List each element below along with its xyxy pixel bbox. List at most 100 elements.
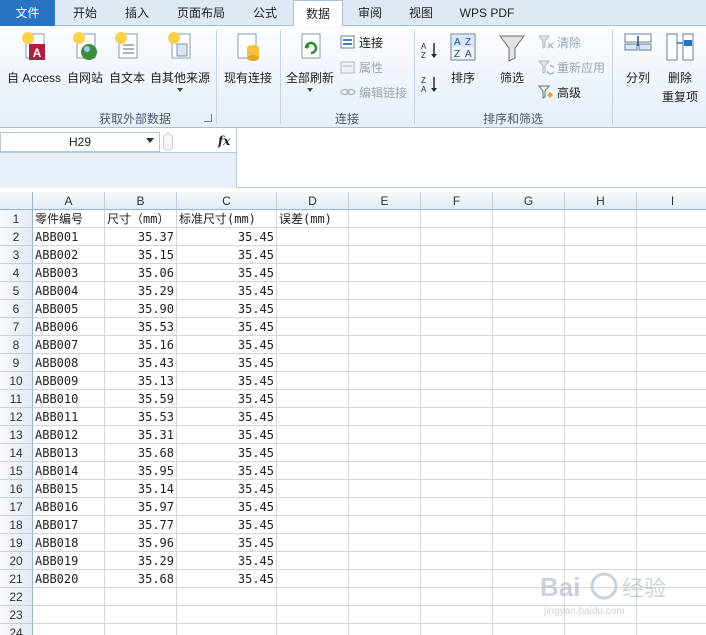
cell-a20[interactable]: ABB019 — [33, 552, 105, 570]
cell-d4[interactable] — [277, 264, 349, 282]
cell-b17[interactable]: 35.97 — [105, 498, 177, 516]
column-header-g[interactable]: G — [493, 192, 565, 210]
row-header[interactable]: 7 — [0, 318, 33, 336]
cell-i9[interactable] — [637, 354, 706, 372]
tab-page-layout[interactable]: 页面布局 — [166, 0, 236, 26]
cell-h16[interactable] — [565, 480, 637, 498]
cell-a5[interactable]: ABB004 — [33, 282, 105, 300]
row-header[interactable]: 9 — [0, 354, 33, 372]
tab-home[interactable]: 开始 — [60, 0, 110, 26]
row-header[interactable]: 13 — [0, 426, 33, 444]
cell-a4[interactable]: ABB003 — [33, 264, 105, 282]
resize-grip-icon[interactable] — [163, 133, 173, 151]
row-header[interactable]: 6 — [0, 300, 33, 318]
cell-b14[interactable]: 35.68 — [105, 444, 177, 462]
cell-f11[interactable] — [421, 390, 493, 408]
cell-b11[interactable]: 35.59 — [105, 390, 177, 408]
cell-d14[interactable] — [277, 444, 349, 462]
cell-c13[interactable]: 35.45 — [177, 426, 277, 444]
cell-f23[interactable] — [421, 606, 493, 624]
clear-filter-button[interactable]: 清除 — [538, 32, 581, 52]
cell-i16[interactable] — [637, 480, 706, 498]
cell-e10[interactable] — [349, 372, 421, 390]
column-header-e[interactable]: E — [349, 192, 421, 210]
cell-d23[interactable] — [277, 606, 349, 624]
cell-d21[interactable] — [277, 570, 349, 588]
cell-h7[interactable] — [565, 318, 637, 336]
from-web-button[interactable]: 自网站 — [64, 30, 106, 86]
tab-wps-pdf[interactable]: WPS PDF — [450, 0, 524, 26]
cell-d2[interactable] — [277, 228, 349, 246]
cell-e1[interactable] — [349, 210, 421, 228]
cell-e9[interactable] — [349, 354, 421, 372]
cell-a10[interactable]: ABB009 — [33, 372, 105, 390]
sort-ascending-button[interactable]: AZ — [420, 40, 440, 60]
cell-d16[interactable] — [277, 480, 349, 498]
name-box[interactable]: H29 — [0, 132, 160, 152]
cell-f1[interactable] — [421, 210, 493, 228]
row-header[interactable]: 5 — [0, 282, 33, 300]
cell-g10[interactable] — [493, 372, 565, 390]
cell-a9[interactable]: ABB008 — [33, 354, 105, 372]
cell-a8[interactable]: ABB007 — [33, 336, 105, 354]
column-header-d[interactable]: D — [277, 192, 349, 210]
cell-g6[interactable] — [493, 300, 565, 318]
sort-button[interactable]: A Z Z A 排序 — [446, 30, 480, 86]
cell-c24[interactable] — [177, 624, 277, 635]
cell-e15[interactable] — [349, 462, 421, 480]
cell-i1[interactable] — [637, 210, 706, 228]
cell-a15[interactable]: ABB014 — [33, 462, 105, 480]
cell-f14[interactable] — [421, 444, 493, 462]
cell-g5[interactable] — [493, 282, 565, 300]
cell-c18[interactable]: 35.45 — [177, 516, 277, 534]
cell-a6[interactable]: ABB005 — [33, 300, 105, 318]
cell-i14[interactable] — [637, 444, 706, 462]
cell-b19[interactable]: 35.96 — [105, 534, 177, 552]
cell-e13[interactable] — [349, 426, 421, 444]
row-header[interactable]: 18 — [0, 516, 33, 534]
cell-a19[interactable]: ABB018 — [33, 534, 105, 552]
cell-h15[interactable] — [565, 462, 637, 480]
existing-connections-button[interactable]: 现有连接 — [220, 30, 276, 86]
cell-d7[interactable] — [277, 318, 349, 336]
cell-a22[interactable] — [33, 588, 105, 606]
cell-i3[interactable] — [637, 246, 706, 264]
cell-c23[interactable] — [177, 606, 277, 624]
row-header[interactable]: 22 — [0, 588, 33, 606]
row-header[interactable]: 21 — [0, 570, 33, 588]
cell-b7[interactable]: 35.53 — [105, 318, 177, 336]
row-header[interactable]: 3 — [0, 246, 33, 264]
row-header[interactable]: 1 — [0, 210, 33, 228]
cell-h1[interactable] — [565, 210, 637, 228]
cell-b20[interactable]: 35.29 — [105, 552, 177, 570]
cell-h12[interactable] — [565, 408, 637, 426]
cell-f3[interactable] — [421, 246, 493, 264]
cell-f22[interactable] — [421, 588, 493, 606]
cell-i19[interactable] — [637, 534, 706, 552]
cell-g15[interactable] — [493, 462, 565, 480]
cell-h5[interactable] — [565, 282, 637, 300]
fx-icon[interactable]: fx — [218, 134, 230, 148]
cell-f4[interactable] — [421, 264, 493, 282]
row-header[interactable]: 19 — [0, 534, 33, 552]
cell-a21[interactable]: ABB020 — [33, 570, 105, 588]
cell-h18[interactable] — [565, 516, 637, 534]
cell-b5[interactable]: 35.29 — [105, 282, 177, 300]
cell-d15[interactable] — [277, 462, 349, 480]
cell-a18[interactable]: ABB017 — [33, 516, 105, 534]
cell-g3[interactable] — [493, 246, 565, 264]
cell-i2[interactable] — [637, 228, 706, 246]
cell-e4[interactable] — [349, 264, 421, 282]
cell-b21[interactable]: 35.68 — [105, 570, 177, 588]
cell-f2[interactable] — [421, 228, 493, 246]
cell-c16[interactable]: 35.45 — [177, 480, 277, 498]
cell-d6[interactable] — [277, 300, 349, 318]
group-launcher-icon[interactable] — [204, 114, 212, 122]
cell-a23[interactable] — [33, 606, 105, 624]
cell-e14[interactable] — [349, 444, 421, 462]
cell-c20[interactable]: 35.45 — [177, 552, 277, 570]
cell-d22[interactable] — [277, 588, 349, 606]
cell-e21[interactable] — [349, 570, 421, 588]
cell-e8[interactable] — [349, 336, 421, 354]
cell-d9[interactable] — [277, 354, 349, 372]
